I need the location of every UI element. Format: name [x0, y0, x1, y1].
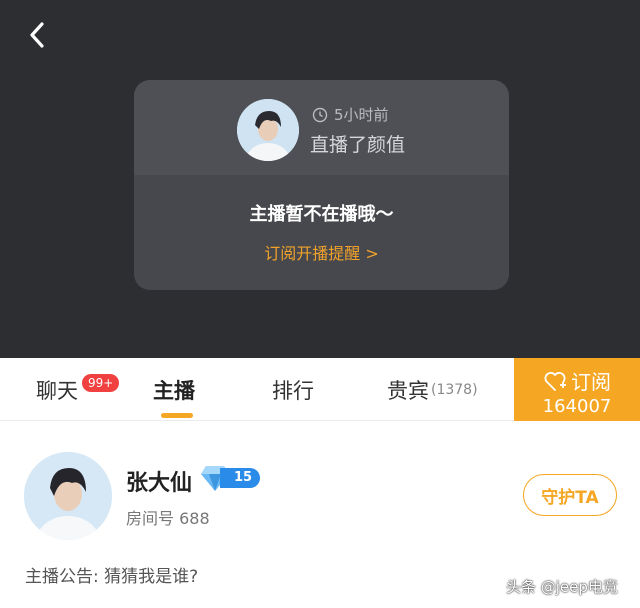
subscribe-label: 订阅: [571, 370, 611, 394]
host-name: 张大仙: [126, 471, 193, 496]
live-room-header: 5小时前 直播了颜值 主播暂不在播哦～ 订阅开播提醒 >: [0, 0, 640, 358]
host-avatar[interactable]: [24, 452, 112, 540]
subscriber-count: 164007: [542, 396, 612, 417]
subscribe-reminder-link[interactable]: 订阅开播提醒 >: [134, 240, 509, 264]
clock-icon: [312, 107, 328, 122]
guard-button[interactable]: 守护TA: [523, 474, 617, 516]
offline-message: 主播暂不在播哦～: [249, 204, 394, 225]
host-announcement: 主播公告: 猜猜我是谁?: [25, 567, 199, 587]
vip-count: (1378): [431, 381, 478, 398]
subscribe-button[interactable]: 订阅 164007: [514, 358, 640, 421]
tab-host[interactable]: 主播: [153, 358, 195, 421]
tab-chat-label: 聊天: [36, 378, 78, 403]
back-arrow-icon[interactable]: [22, 18, 56, 52]
last-live-category: 直播了颜值: [310, 134, 406, 156]
last-live-time: 5小时前: [312, 104, 389, 125]
chat-unread-badge: 99+: [82, 374, 120, 392]
tab-host-label: 主播: [153, 378, 195, 403]
last-live-info: [134, 80, 509, 175]
heart-plus-icon: [544, 371, 566, 391]
room-number: 房间号 688: [126, 509, 210, 528]
watermark: 头条 @jeep电竞: [506, 578, 618, 596]
tab-chat[interactable]: 聊天: [36, 358, 78, 421]
tab-rank[interactable]: 排行: [272, 358, 314, 421]
host-avatar-small[interactable]: [237, 99, 299, 161]
tab-rank-label: 排行: [272, 378, 314, 403]
level-badge: 15: [200, 465, 261, 491]
time-text: 5小时前: [334, 106, 389, 124]
level-number: 15: [220, 468, 261, 488]
tab-vip-label: 贵宾: [387, 378, 429, 403]
tab-vip[interactable]: 贵宾 (1378): [387, 358, 478, 421]
active-tab-indicator: [161, 413, 193, 418]
offline-card: 5小时前 直播了颜值 主播暂不在播哦～ 订阅开播提醒 >: [134, 80, 509, 290]
